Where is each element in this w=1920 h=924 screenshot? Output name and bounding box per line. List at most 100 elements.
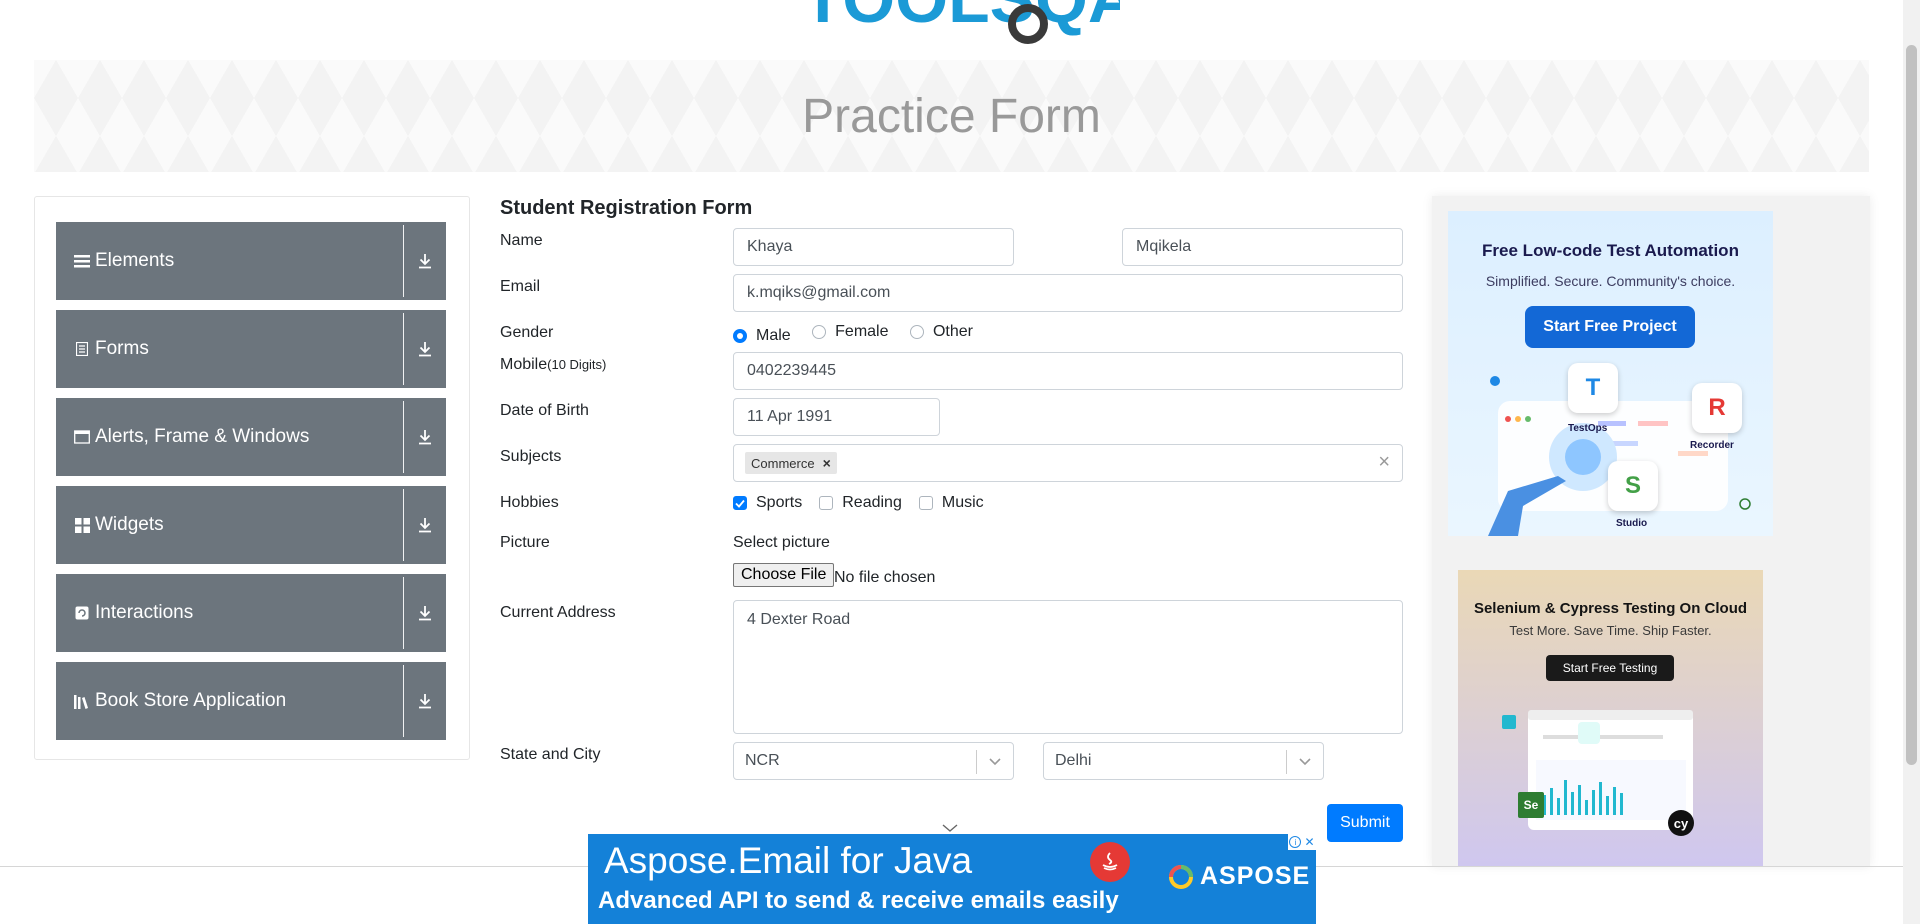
chevron-down-icon[interactable]	[1286, 750, 1323, 774]
aspose-swirl-icon	[1169, 864, 1193, 889]
divider	[403, 313, 404, 385]
document-icon	[73, 340, 91, 358]
city-select[interactable]: Delhi	[1043, 742, 1324, 780]
radio-icon	[812, 325, 827, 339]
subject-tag-label: Commerce	[751, 455, 815, 471]
gender-radio-group: Male Female Other	[733, 323, 973, 345]
download-icon[interactable]	[404, 605, 446, 621]
ad-close-icon[interactable]: ✕	[1304, 836, 1314, 848]
form-title: Student Registration Form	[500, 197, 753, 219]
sidebar-group-widgets[interactable]: Widgets	[56, 486, 446, 564]
hamburger-icon	[73, 252, 91, 270]
chevron-down-icon[interactable]	[976, 750, 1013, 774]
first-name-input[interactable]: Khaya	[733, 228, 1014, 266]
ad-choices[interactable]: i ✕	[1288, 834, 1316, 850]
aspose-brand-text: ASPOSE	[1200, 862, 1311, 890]
ad-subtitle: Simplified. Secure. Community's choice.	[1485, 273, 1736, 289]
sidebar-group-interactions[interactable]: Interactions	[56, 574, 446, 652]
page-title: Practice Form	[802, 89, 1101, 143]
last-name-input[interactable]: Mqikela	[1122, 228, 1403, 266]
checkbox-icon	[819, 496, 834, 510]
sidebar-group-label: Elements	[95, 250, 175, 271]
city-value: Delhi	[1055, 752, 1092, 769]
radio-label: Male	[756, 327, 791, 344]
divider	[403, 401, 404, 473]
sidebar-group-elements[interactable]: Elements	[56, 222, 446, 300]
email-label: Email	[500, 278, 541, 295]
hobby-music-checkbox[interactable]: Music	[918, 494, 984, 512]
katalon-ad[interactable]: Free Low-code Test Automation Simplified…	[1448, 211, 1773, 536]
sidebar-group-label: Book Store Application	[95, 690, 287, 711]
checkbox-label: Reading	[842, 494, 902, 511]
hobbies-group: Sports Reading Music	[733, 494, 984, 512]
ad-subtitle: Advanced API to send & receive emails ea…	[598, 887, 1119, 914]
checkbox-icon	[918, 496, 933, 510]
refresh-icon	[73, 604, 91, 622]
cypress-logo-icon: cy	[1668, 810, 1694, 836]
dob-label: Date of Birth	[500, 402, 589, 419]
radio-label: Female	[835, 323, 889, 340]
start-free-project-button[interactable]: Start Free Project	[1525, 306, 1695, 348]
selenium-logo-icon: Se	[1518, 792, 1544, 818]
divider	[403, 577, 404, 649]
gender-female-radio[interactable]: Female	[812, 323, 889, 341]
radio-label: Other	[932, 323, 973, 340]
hobby-reading-checkbox[interactable]: Reading	[819, 494, 902, 512]
ad-title: Aspose.Email for Java	[604, 840, 973, 881]
logo-graphic: TOOLSQA	[802, 0, 1137, 44]
ad-title: Selenium & Cypress Testing On Cloud	[1473, 600, 1748, 617]
gender-label: Gender	[500, 324, 554, 341]
aspose-ad[interactable]: Aspose.Email for Java Advanced API to se…	[588, 834, 1316, 924]
sidebar-group-forms[interactable]: Forms	[56, 310, 446, 388]
download-icon[interactable]	[404, 517, 446, 533]
toolsqa-logo[interactable]: TOOLSQA	[800, 0, 1137, 50]
page-header-banner: Practice Form	[34, 60, 1869, 172]
hobby-sports-checkbox[interactable]: Sports	[733, 494, 802, 512]
state-select[interactable]: NCR	[733, 742, 1014, 780]
gender-other-radio[interactable]: Other	[909, 323, 973, 341]
scrollbar-thumb[interactable]	[1906, 45, 1917, 765]
sidebar-group-label: Widgets	[95, 514, 164, 535]
card-caption: Studio	[1616, 518, 1648, 529]
checkbox-label: Music	[941, 494, 984, 511]
sidebar-group-label: Forms	[95, 338, 149, 359]
dob-input[interactable]: 11 Apr 1991	[733, 398, 940, 436]
sidebar-group-label: Alerts, Frame & Windows	[95, 426, 310, 447]
start-free-testing-button[interactable]: Start Free Testing	[1546, 655, 1674, 681]
window-icon	[73, 428, 91, 446]
testops-card: T	[1568, 363, 1618, 413]
subjects-input[interactable]: Commerce × ×	[733, 444, 1403, 482]
download-icon[interactable]	[404, 341, 446, 357]
checkbox-checked-icon	[733, 496, 747, 510]
download-icon[interactable]	[404, 253, 446, 269]
mobile-label: Mobile(10 Digits)	[500, 356, 606, 374]
remove-tag-icon[interactable]: ×	[823, 455, 831, 471]
subjects-label: Subjects	[500, 448, 562, 465]
grid-icon	[73, 516, 91, 534]
download-icon[interactable]	[404, 693, 446, 709]
lambdatest-ad[interactable]: Selenium & Cypress Testing On Cloud Test…	[1458, 570, 1763, 866]
current-address-textarea[interactable]: 4 Dexter Road	[733, 600, 1403, 734]
testops-logo-icon: T	[1585, 374, 1601, 401]
download-icon[interactable]	[404, 429, 446, 445]
choose-file-button[interactable]: Choose File	[733, 563, 835, 587]
radio-selected-icon	[733, 329, 747, 343]
java-logo-icon	[1090, 842, 1130, 882]
mobile-input[interactable]: 0402239445	[733, 352, 1403, 390]
sidebar-group-book-store[interactable]: Book Store Application	[56, 662, 446, 740]
studio-logo-icon: S	[1624, 472, 1641, 499]
state-city-label: State and City	[500, 746, 601, 763]
ad-title: Free Low-code Test Automation	[1482, 241, 1739, 260]
sidebar-group-alerts[interactable]: Alerts, Frame & Windows	[56, 398, 446, 476]
submit-button[interactable]: Submit	[1327, 804, 1403, 842]
email-input[interactable]: k.mqiks@gmail.com	[733, 274, 1403, 312]
mobile-label-text: Mobile	[500, 356, 548, 373]
ad-subtitle: Test More. Save Time. Ship Faster.	[1509, 623, 1712, 638]
address-label: Current Address	[500, 604, 616, 621]
logo-text: TOOLSQA	[802, 0, 1120, 37]
file-status: No file chosen	[834, 569, 936, 586]
ad-info-icon[interactable]: i	[1289, 836, 1302, 848]
clear-icon[interactable]: ×	[1378, 451, 1390, 474]
gender-male-radio[interactable]: Male	[733, 327, 791, 345]
recorder-card: R	[1692, 383, 1742, 433]
